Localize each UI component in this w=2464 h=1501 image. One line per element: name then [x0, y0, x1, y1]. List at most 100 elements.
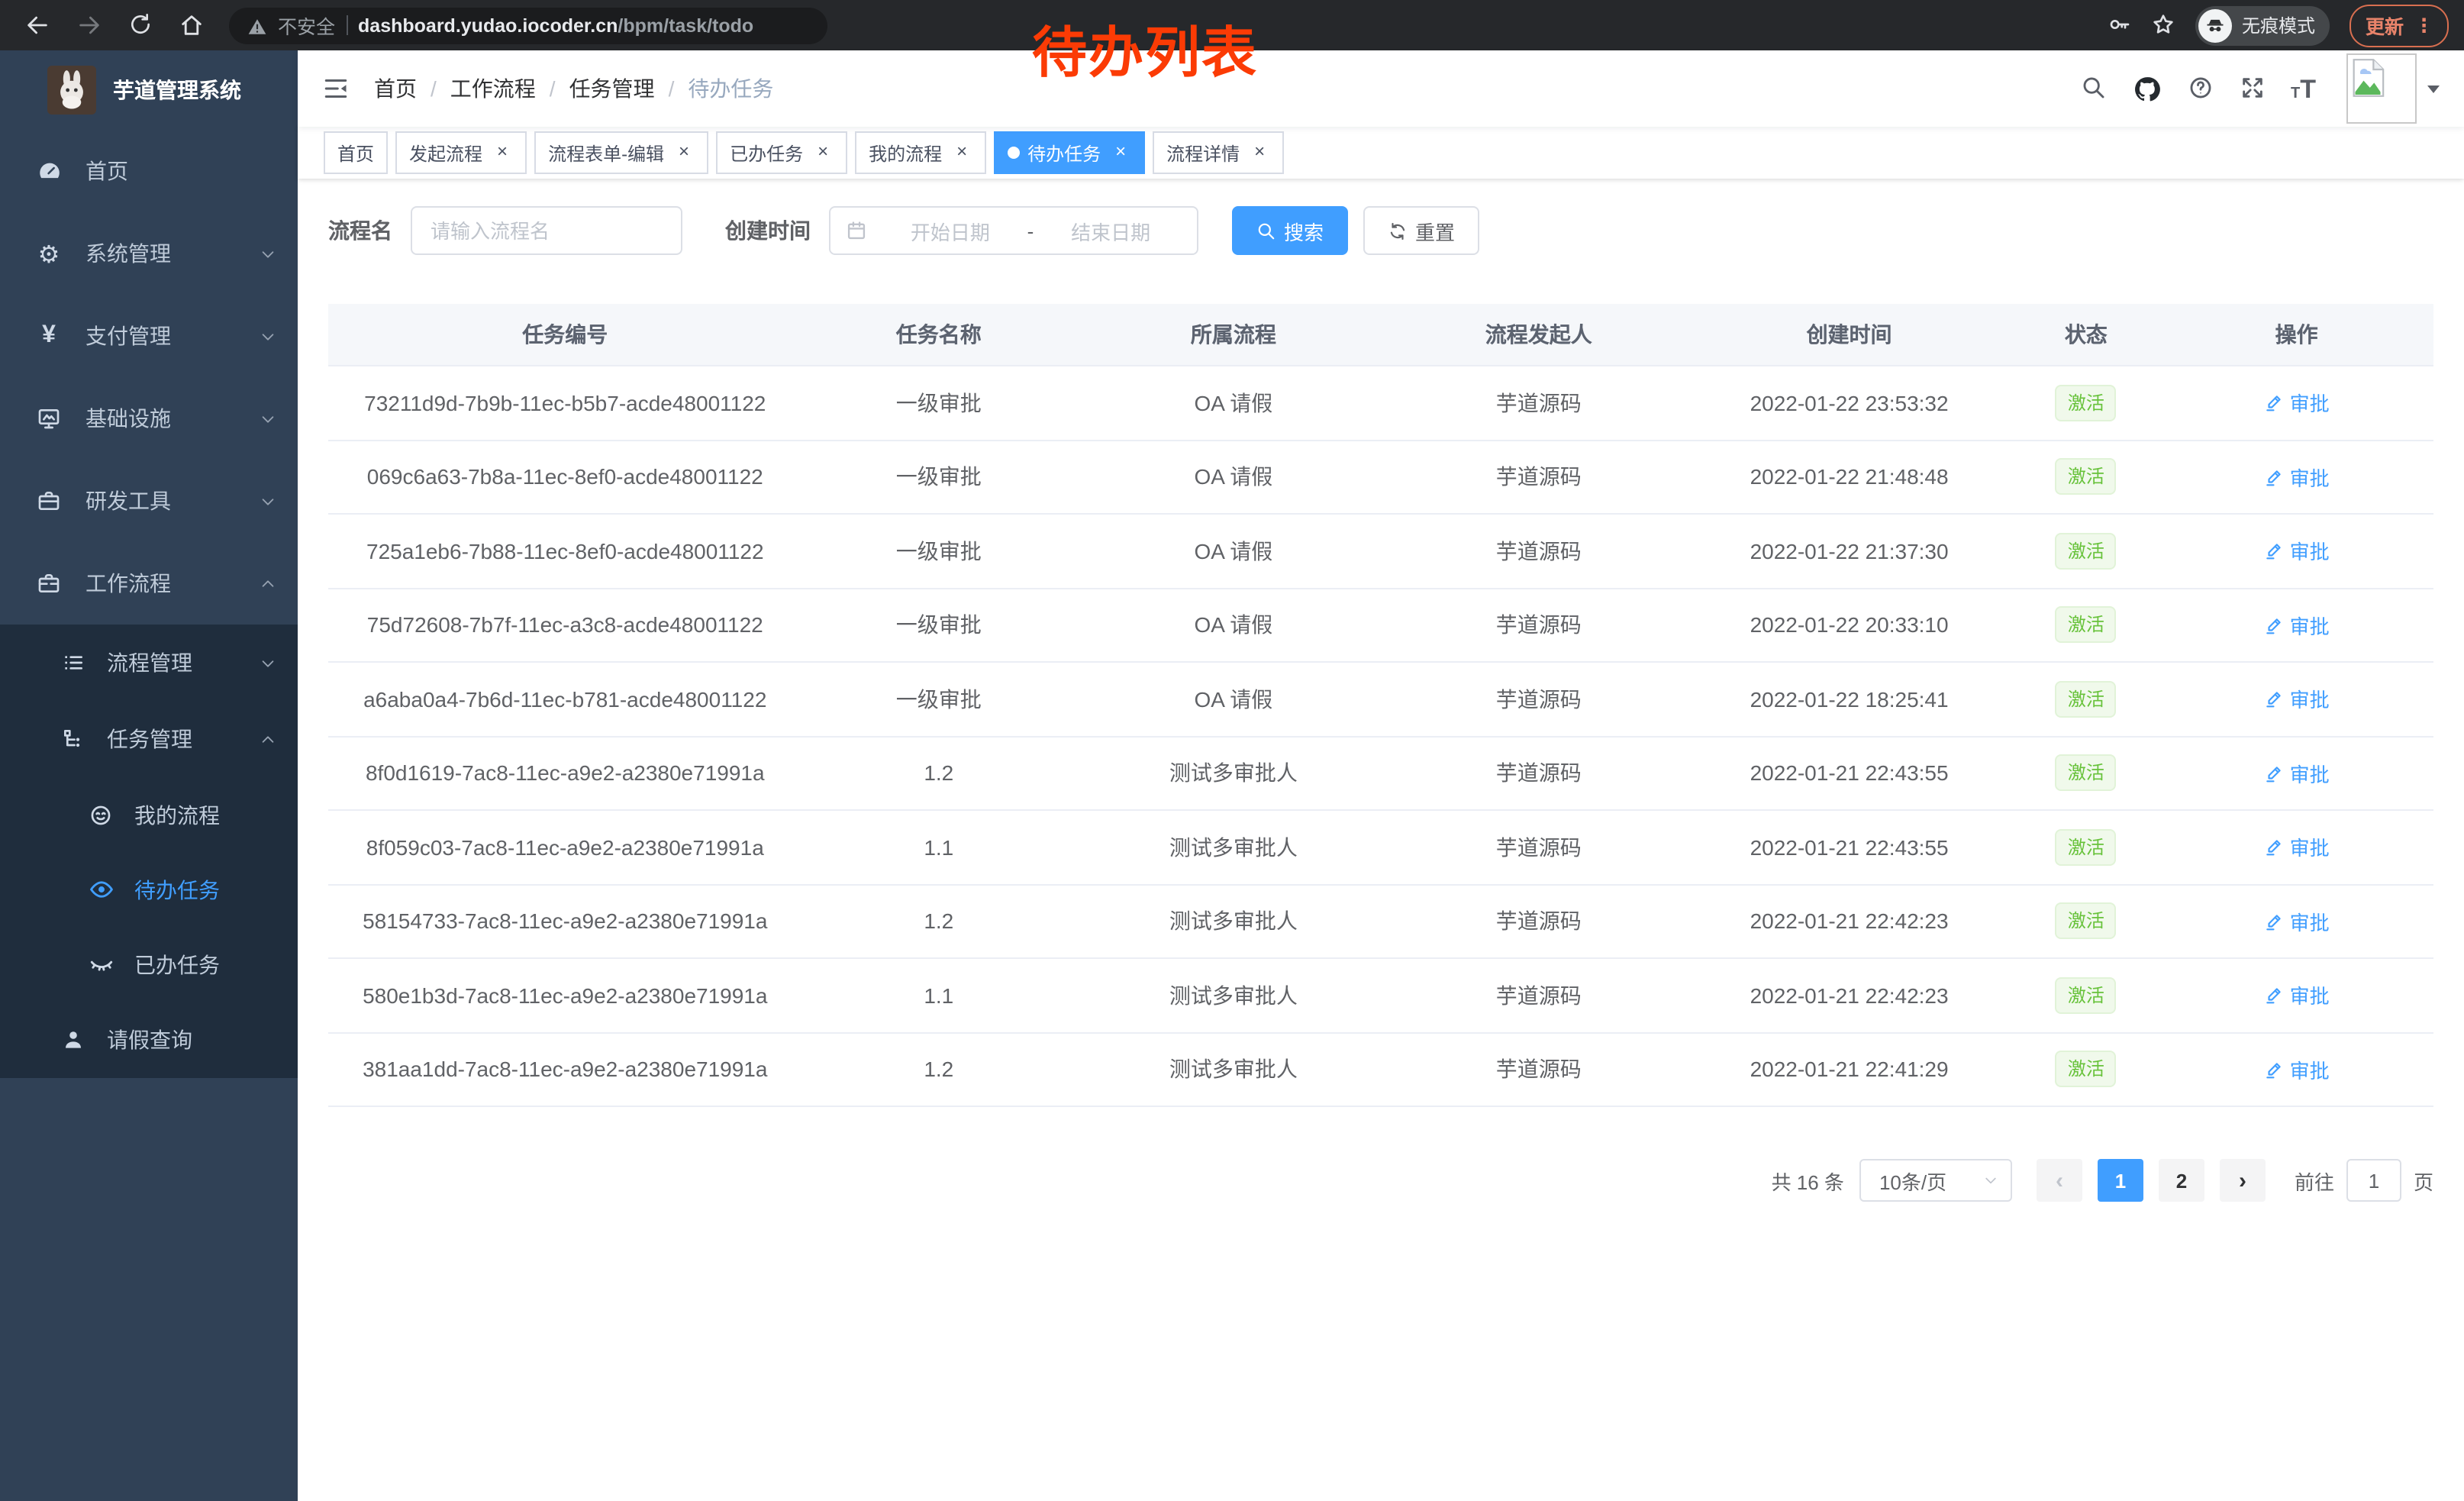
process-name-input[interactable] — [411, 206, 682, 255]
sidebar-item-system[interactable]: ⚙ 系统管理 — [0, 212, 298, 295]
app-logo-row[interactable]: 芋道管理系统 — [0, 50, 298, 130]
cell-starter: 芋道源码 — [1392, 610, 1686, 641]
cell-starter: 芋道源码 — [1392, 758, 1686, 789]
sidebar-item-process-management[interactable]: 流程管理 — [0, 625, 298, 701]
tab-close-icon[interactable]: × — [673, 142, 695, 163]
security-warning-icon[interactable] — [247, 15, 267, 36]
url-host[interactable]: dashboard.yudao.iocoder.cn — [358, 15, 618, 36]
approve-link[interactable]: 审批 — [2264, 833, 2330, 862]
next-page-button[interactable]: › — [2220, 1159, 2266, 1202]
sidebar-item-task-management[interactable]: 任务管理 — [0, 701, 298, 777]
face-icon — [85, 802, 116, 827]
reload-icon[interactable] — [128, 11, 153, 39]
sidebar-item-my-process[interactable]: 我的流程 — [0, 777, 298, 852]
cell-process: OA 请假 — [1076, 388, 1392, 418]
cell-task-id: a6aba0a4-7b6d-11ec-b781-acde48001122 — [328, 687, 802, 712]
tab[interactable]: 流程表单-编辑 × — [534, 131, 708, 174]
sidebar-item-done-task[interactable]: 已办任务 — [0, 927, 298, 1002]
approve-link[interactable]: 审批 — [2264, 389, 2330, 418]
sidebar-item-leave-query[interactable]: 请假查询 — [0, 1002, 298, 1078]
cell-create-time: 2022-01-22 23:53:32 — [1686, 391, 2012, 415]
chevron-down-icon — [260, 654, 276, 671]
date-range-picker[interactable]: 开始日期 - 结束日期 — [829, 206, 1198, 255]
avatar[interactable] — [2346, 53, 2417, 124]
status-badge: 激活 — [2056, 459, 2117, 495]
search-button[interactable]: 搜索 — [1232, 206, 1348, 255]
sidebar-item-todo-task[interactable]: 待办任务 — [0, 852, 298, 927]
reset-button[interactable]: 重置 — [1363, 206, 1479, 255]
cell-task-id: 58154733-7ac8-11ec-a9e2-a2380e71991a — [328, 909, 802, 934]
tab-close-icon[interactable]: × — [1249, 142, 1270, 163]
tab[interactable]: 已办任务 × — [716, 131, 847, 174]
user-menu[interactable] — [2346, 53, 2440, 124]
address-bar[interactable]: 不安全 dashboard.yudao.iocoder.cn/bpm/task/… — [229, 7, 827, 44]
status-badge: 激活 — [2056, 533, 2117, 570]
sidebar-item-workflow[interactable]: 工作流程 — [0, 542, 298, 625]
forward-icon[interactable] — [76, 11, 102, 39]
update-button[interactable]: 更新 ⋮ — [2350, 4, 2449, 47]
tab[interactable]: 待办任务 × — [994, 131, 1145, 174]
cell-create-time: 2022-01-21 22:41:29 — [1686, 1057, 2012, 1082]
kebab-menu-icon[interactable]: ⋮ — [2414, 14, 2433, 37]
tab[interactable]: 我的流程 × — [855, 131, 986, 174]
cell-create-time: 2022-01-22 21:48:48 — [1686, 465, 2012, 489]
font-size-icon[interactable]: TT — [2291, 76, 2316, 102]
approve-link[interactable]: 审批 — [2264, 537, 2330, 566]
tab[interactable]: 发起流程 × — [395, 131, 527, 174]
approve-link[interactable]: 审批 — [2264, 463, 2330, 492]
tab-close-icon[interactable]: × — [951, 142, 972, 163]
status-badge: 激活 — [2056, 829, 2117, 866]
back-icon[interactable] — [24, 11, 50, 39]
sidebar-item-home[interactable]: 首页 — [0, 130, 298, 212]
approve-link[interactable]: 审批 — [2264, 611, 2330, 640]
breadcrumb-item[interactable]: 任务管理 — [569, 73, 655, 104]
tab[interactable]: 流程详情 × — [1153, 131, 1284, 174]
approve-link[interactable]: 审批 — [2264, 907, 2330, 936]
end-date-placeholder[interactable]: 结束日期 — [1040, 216, 1182, 245]
page-size-select[interactable]: 10条/页 — [1859, 1159, 2012, 1202]
prev-page-button[interactable]: ‹ — [2037, 1159, 2082, 1202]
breadcrumb-item[interactable]: 首页 — [374, 73, 417, 104]
status-badge: 激活 — [2056, 903, 2117, 940]
tab-close-icon[interactable]: × — [492, 142, 513, 163]
status-badge: 激活 — [2056, 977, 2117, 1014]
approve-link[interactable]: 审批 — [2264, 759, 2330, 788]
tab-close-icon[interactable]: × — [1110, 142, 1131, 163]
tab[interactable]: 首页 — [324, 131, 388, 174]
url-path[interactable]: /bpm/task/todo — [618, 15, 753, 36]
home-icon[interactable] — [179, 11, 205, 39]
table-row: 381aa1dd-7ac8-11ec-a9e2-a2380e71991a 1.2… — [328, 1033, 2433, 1107]
bookmark-star-icon[interactable] — [2152, 11, 2176, 39]
sidebar-item-infra[interactable]: 基础设施 — [0, 377, 298, 460]
sidebar-toggle-icon[interactable] — [322, 75, 350, 102]
status-badge: 激活 — [2056, 1051, 2117, 1088]
github-icon[interactable] — [2132, 74, 2161, 103]
table-row: a6aba0a4-7b6d-11ec-b781-acde48001122 一级审… — [328, 663, 2433, 737]
help-icon[interactable] — [2187, 75, 2213, 102]
table-row: 8f059c03-7ac8-11ec-a9e2-a2380e71991a 1.1… — [328, 811, 2433, 885]
goto-page-input[interactable] — [2346, 1159, 2401, 1202]
briefcase-icon — [32, 571, 66, 596]
tab-close-icon[interactable]: × — [812, 142, 834, 163]
security-label[interactable]: 不安全 — [278, 11, 335, 40]
sidebar-item-pay[interactable]: ¥ 支付管理 — [0, 295, 298, 377]
cell-task-id: 75d72608-7b7f-11ec-a3c8-acde48001122 — [328, 613, 802, 638]
list-icon — [58, 650, 89, 675]
cell-task-id: 069c6a63-7b8a-11ec-8ef0-acde48001122 — [328, 465, 802, 489]
fullscreen-icon[interactable] — [2239, 75, 2265, 102]
dashboard-icon — [32, 158, 66, 184]
breadcrumb-item[interactable]: 工作流程 — [450, 73, 536, 104]
status-badge: 激活 — [2056, 385, 2117, 421]
sidebar-item-devtools[interactable]: 研发工具 — [0, 460, 298, 542]
approve-link[interactable]: 审批 — [2264, 981, 2330, 1010]
incognito-badge[interactable]: 无痕模式 — [2196, 5, 2330, 45]
table-row: 580e1b3d-7ac8-11ec-a9e2-a2380e71991a 1.1… — [328, 959, 2433, 1033]
page-button-1[interactable]: 1 — [2098, 1159, 2143, 1202]
start-date-placeholder[interactable]: 开始日期 — [879, 216, 1021, 245]
approve-link[interactable]: 审批 — [2264, 1055, 2330, 1084]
approve-link[interactable]: 审批 — [2264, 685, 2330, 714]
page-button-2[interactable]: 2 — [2159, 1159, 2204, 1202]
sidebar: 芋道管理系统 首页 ⚙ 系统管理 ¥ 支付管理 基础设施 — [0, 50, 298, 1501]
search-icon[interactable] — [2080, 75, 2106, 102]
key-icon[interactable] — [2108, 11, 2132, 39]
